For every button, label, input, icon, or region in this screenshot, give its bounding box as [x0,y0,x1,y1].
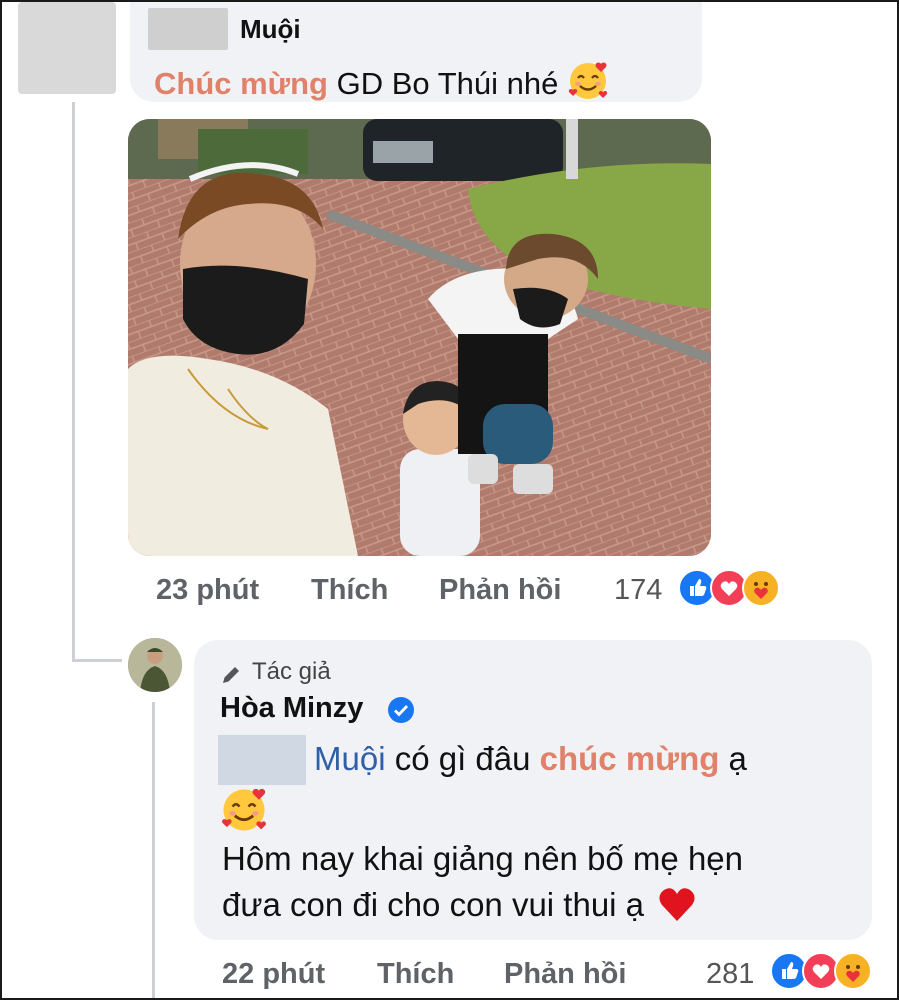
author-badge: Tác giả [252,658,331,685]
thread-branch [72,659,122,662]
reply-text-line3: đưa con đi cho con vui thui ạ [222,886,697,924]
pencil-icon [223,667,239,683]
red-heart-icon [659,888,695,921]
thread-line [72,102,75,662]
care-reaction-icon[interactable] [742,569,780,607]
reply-button[interactable]: Phản hồi [504,958,626,991]
family-photo-illustration [128,119,711,556]
avatar-redacted[interactable] [18,2,116,94]
comment-time[interactable]: 23 phút [156,574,259,607]
reply-text-mid: có gì đâu [385,740,540,777]
reply-time[interactable]: 22 phút [222,958,325,991]
comment-photo[interactable] [128,119,711,556]
avatar[interactable] [128,638,182,692]
reply-text-line3-content: đưa con đi cho con vui thui ạ [222,886,645,923]
smiling-face-with-hearts-icon [568,62,608,99]
comment-thread: Muội Chúc mừng GD Bo Thúi nhé 23 phút Th… [0,0,899,1000]
reply-author[interactable]: Hòa Minzy [220,692,363,725]
verified-badge-icon [388,697,414,723]
highlight-text: Chúc mừng [154,66,328,101]
smiling-face-with-hearts-icon [222,788,266,831]
reply-text-end: ạ [719,740,747,777]
thread-line-reply [152,702,155,998]
reaction-count[interactable]: 281 [706,958,754,991]
like-button[interactable]: Thích [311,574,388,607]
name-redacted [148,8,228,50]
care-reaction-icon[interactable] [834,952,872,990]
highlight-text: chúc mừng [539,740,720,777]
reply-button[interactable]: Phản hồi [439,574,561,607]
reaction-count[interactable]: 174 [614,574,662,607]
mention-redacted [218,735,306,785]
comment-text: Chúc mừng GD Bo Thúi nhé [154,60,609,102]
comment-text-rest: GD Bo Thúi nhé [328,66,559,101]
mention-link[interactable]: Muội [314,740,386,777]
reply-text-line2: Hôm nay khai giảng nên bố mẹ hẹn [222,840,744,877]
like-button[interactable]: Thích [377,958,454,991]
comment-author[interactable]: Muội [240,14,301,45]
reply-text-line1: Muội có gì đâu chúc mừng ạ [314,740,747,778]
